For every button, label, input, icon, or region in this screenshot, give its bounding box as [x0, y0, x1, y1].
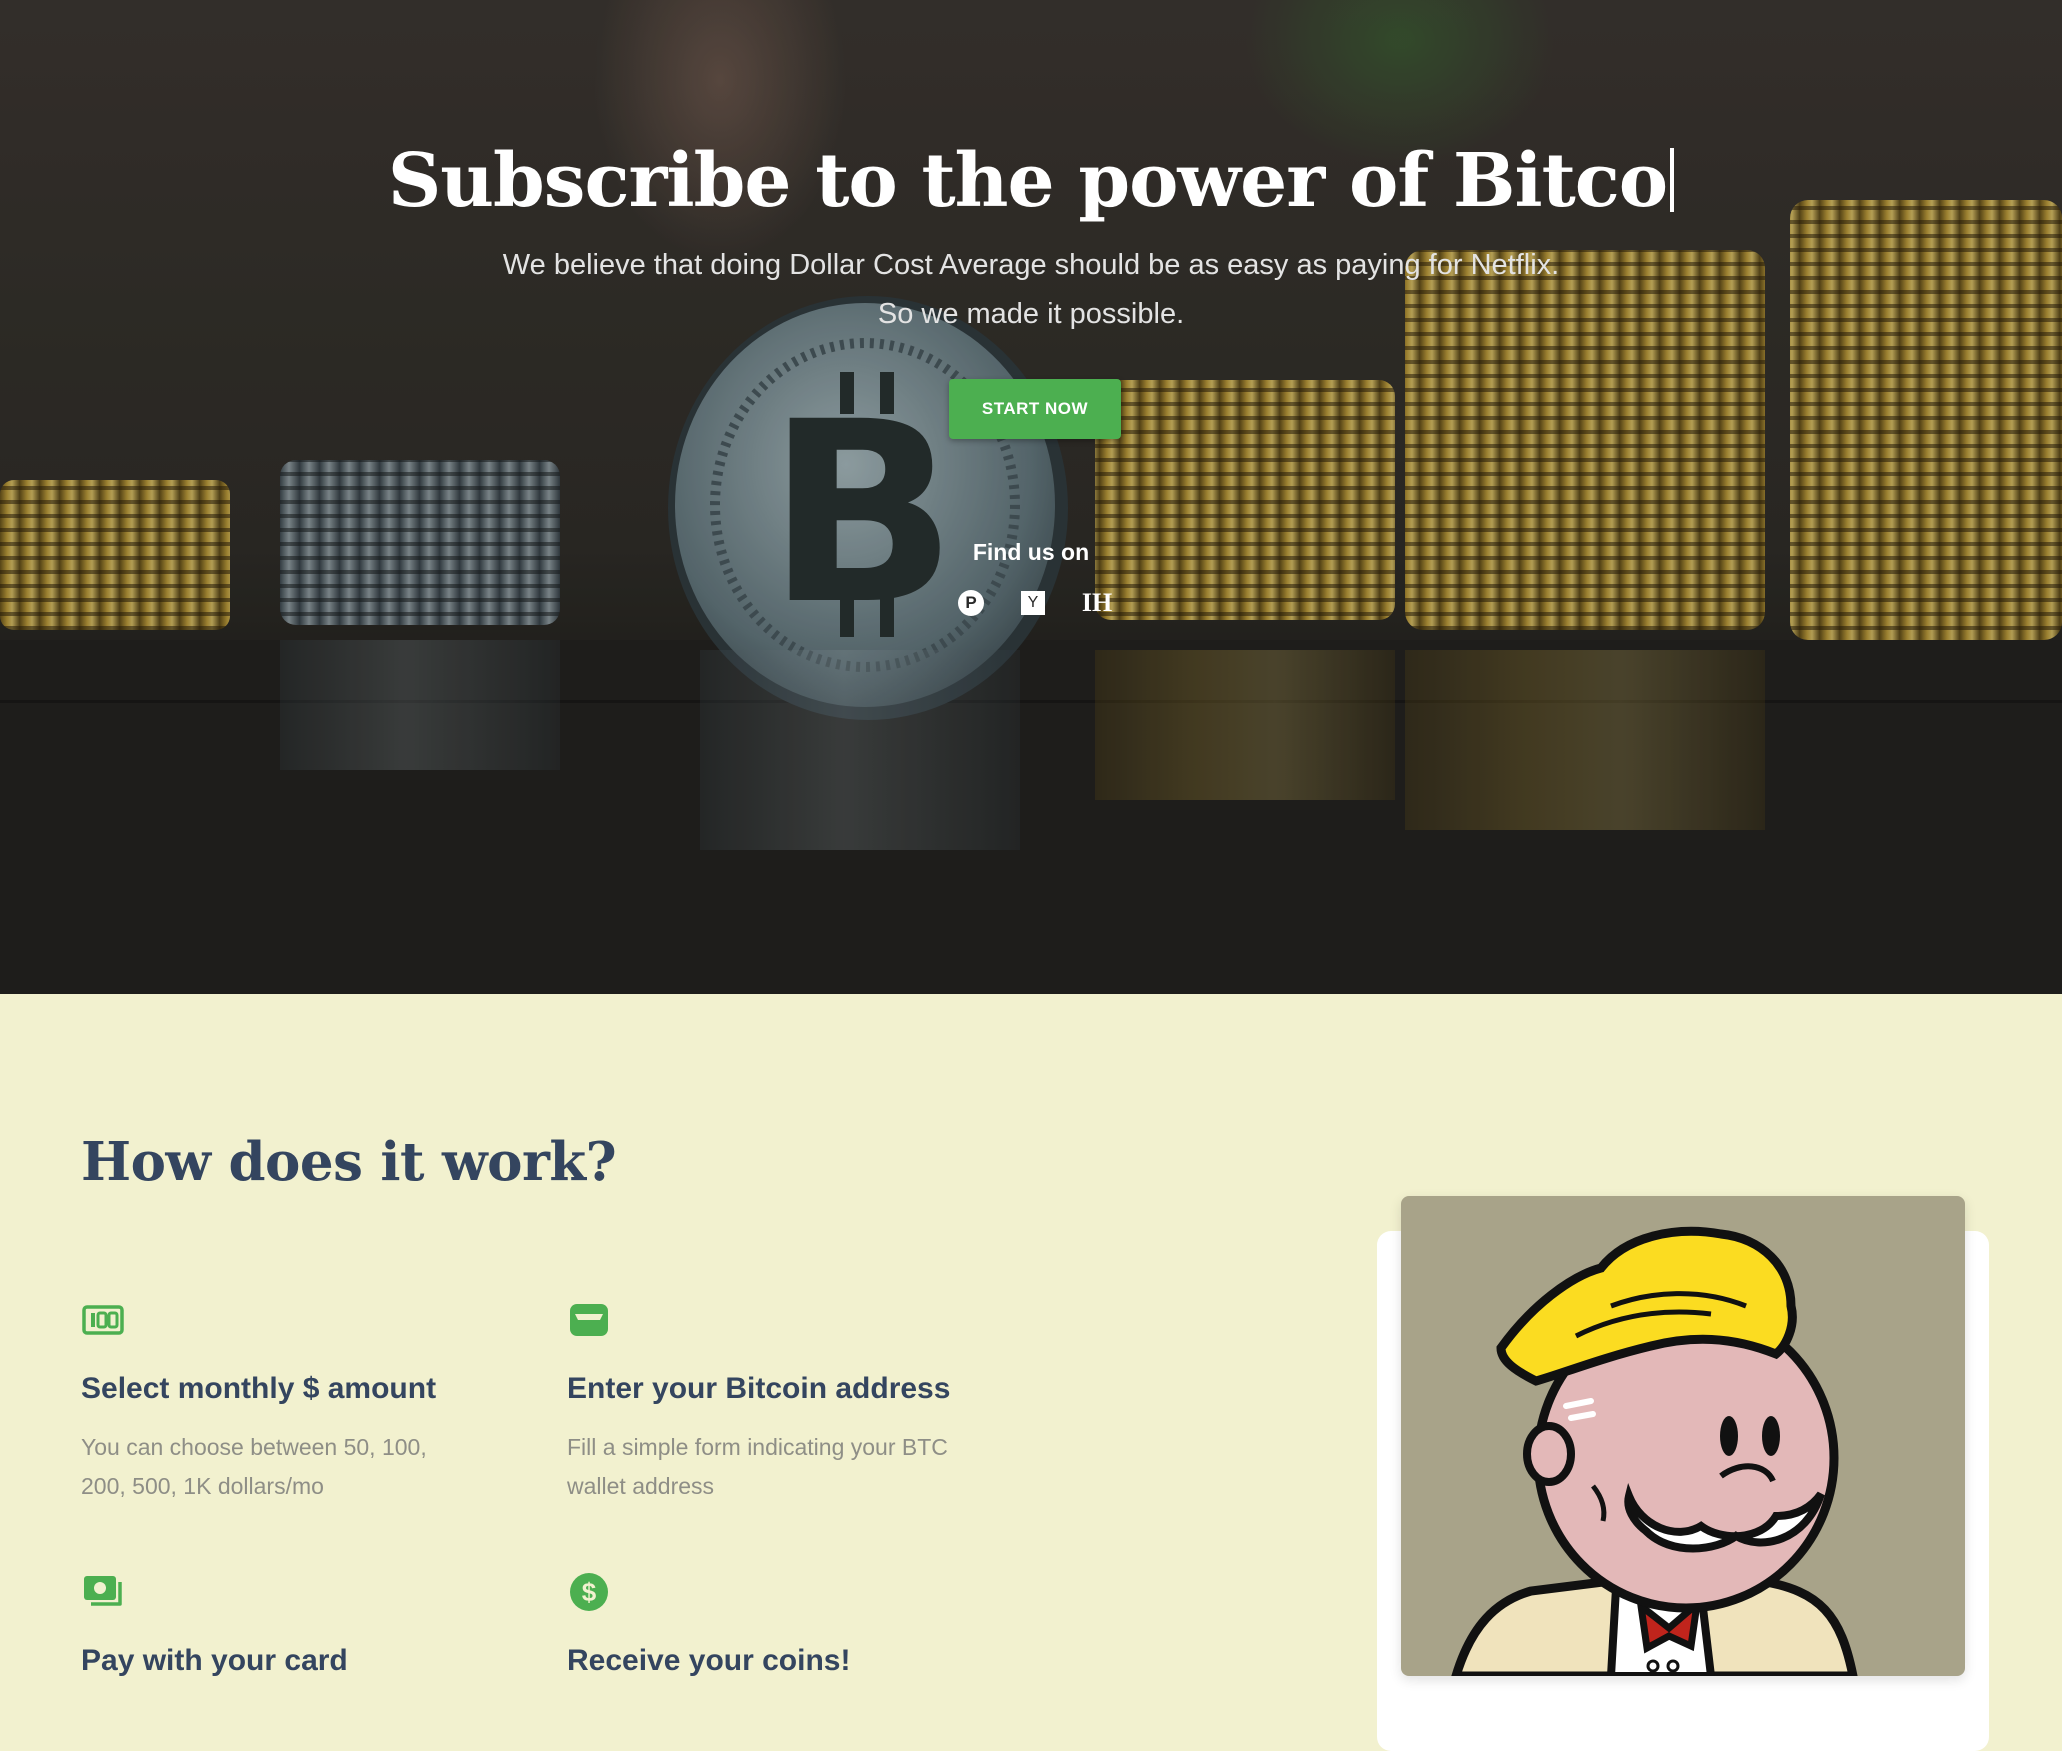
hero-subtitle-line-1: We believe that doing Dollar Cost Averag…	[502, 249, 1560, 281]
step-title: Receive your coins!	[567, 1644, 851, 1677]
hero-title: Subscribe to the power of Bitco	[0, 138, 2062, 224]
step-receive-coins: $ Receive your coins!	[567, 1570, 987, 1677]
indie-hackers-icon: IH	[1081, 588, 1113, 617]
indie-hackers-link[interactable]: IH	[1078, 587, 1116, 619]
step-description: Fill a simple form indicating your BTC w…	[567, 1434, 948, 1499]
wallet-icon	[570, 1304, 608, 1336]
y-combinator-link[interactable]: Y	[1019, 587, 1047, 619]
step-select-amount: Select monthly $ amount You can choose b…	[81, 1298, 501, 1499]
step-title: Pay with your card	[81, 1644, 348, 1677]
hero-subtitle-line-2: So we made it possible.	[877, 298, 1185, 330]
y-combinator-icon: Y	[1021, 591, 1045, 615]
mascot-illustration	[1401, 1196, 1965, 1676]
product-hunt-icon: P	[958, 590, 984, 616]
mascot-character-image	[1451, 1226, 1858, 1676]
section-title: How does it work?	[81, 1131, 617, 1193]
product-hunt-link[interactable]: P	[957, 587, 985, 619]
step-title: Select monthly $ amount	[81, 1372, 437, 1405]
start-now-button[interactable]: START NOW	[949, 379, 1121, 439]
cash-icon	[82, 1305, 124, 1335]
step-enter-address: Enter your Bitcoin address Fill a simple…	[567, 1298, 987, 1499]
svg-text:$: $	[582, 1577, 597, 1607]
step-title: Enter your Bitcoin address	[567, 1372, 951, 1405]
typing-caret	[1670, 148, 1675, 212]
hero-section: B Subscribe to the power of Bitco We bel…	[0, 0, 2062, 994]
dollar-coin-icon: $	[570, 1573, 608, 1611]
hero-title-text: Subscribe to the power of Bitco	[387, 138, 1668, 224]
step-description: You can choose between 50, 100, 200, 500…	[81, 1434, 427, 1499]
money-bill-icon	[84, 1576, 122, 1606]
step-pay-card: Pay with your card	[81, 1570, 501, 1677]
find-us-label: Find us on	[972, 539, 1090, 565]
